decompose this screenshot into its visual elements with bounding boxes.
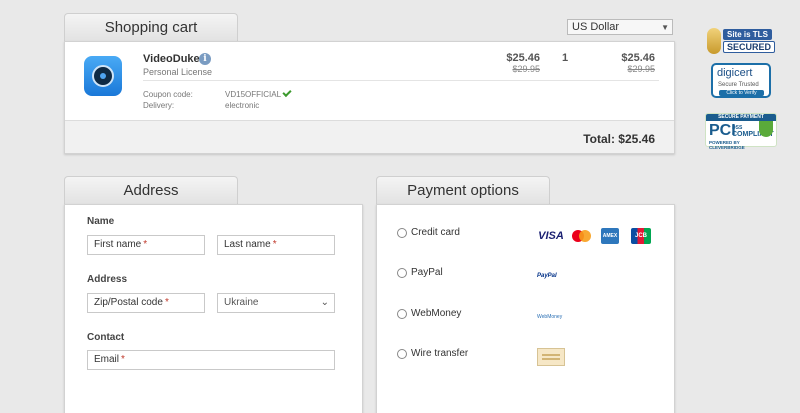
check-icon xyxy=(282,87,292,98)
required-mark: * xyxy=(143,239,148,250)
paypal-logo-icon: PayPal xyxy=(537,273,557,279)
chevron-down-icon: ▼ xyxy=(661,23,669,32)
amex-icon: AMEX xyxy=(601,228,619,244)
paypal-radio[interactable] xyxy=(397,268,407,278)
jcb-icon: JCB xyxy=(631,228,651,244)
required-mark: * xyxy=(272,239,277,250)
visa-icon: VISA xyxy=(538,230,564,242)
lock-icon xyxy=(707,28,721,54)
total-bar: Total: $25.46 xyxy=(65,120,674,153)
required-mark: * xyxy=(121,354,125,365)
product-name: VideoDuke xyxy=(143,53,200,65)
address-section-label: Address xyxy=(87,274,128,285)
payment-panel: Credit card VISA AMEX JCB PayPal PayPal … xyxy=(376,204,675,413)
digicert-verify: Click to Verify xyxy=(719,90,764,96)
tab-payment-options: Payment options xyxy=(376,176,550,204)
last-name-input[interactable]: Last name * xyxy=(217,235,335,255)
tls-secured-badge[interactable]: Site is TLS SECURED xyxy=(705,28,777,56)
wire-transfer-icon xyxy=(537,348,565,366)
videoduke-app-icon xyxy=(84,56,122,96)
digicert-badge[interactable]: digicert Secure Trusted Click to Verify xyxy=(711,63,771,98)
wire-transfer-label[interactable]: Wire transfer xyxy=(411,348,468,359)
cart-panel: VideoDuke i Personal License $25.46 $29.… xyxy=(64,41,675,154)
tab-address: Address xyxy=(64,176,238,204)
first-name-input[interactable]: First name * xyxy=(87,235,205,255)
cart-divider xyxy=(143,80,659,81)
tab-shopping-cart: Shopping cart xyxy=(64,13,238,41)
email-placeholder: Email xyxy=(94,354,120,365)
pci-top: SECURE PAYMENT xyxy=(706,114,776,121)
contact-section-label: Contact xyxy=(87,332,125,343)
address-tab-label: Address xyxy=(123,182,179,199)
pci-by: POWERED BY CLEVERBRIDGE xyxy=(709,140,745,150)
webmoney-radio[interactable] xyxy=(397,309,407,319)
cart-total: Total: $25.46 xyxy=(583,132,655,146)
info-icon[interactable]: i xyxy=(199,53,211,65)
zip-input[interactable]: Zip/Postal code * xyxy=(87,293,205,313)
chevron-down-icon: ⌄ xyxy=(320,297,329,308)
country-value: Ukraine xyxy=(224,297,259,308)
coupon-label: Coupon code: xyxy=(143,90,193,99)
delivery-label: Delivery: xyxy=(143,101,175,110)
digicert-brand: digicert xyxy=(717,67,753,79)
quantity[interactable]: 1 xyxy=(562,52,568,64)
digicert-sub: Secure Trusted xyxy=(718,82,759,88)
line-total-price-old: $29.95 xyxy=(627,64,655,74)
product-license: Personal License xyxy=(143,67,213,77)
required-mark: * xyxy=(164,297,169,308)
currency-select[interactable]: US Dollar ▼ xyxy=(567,19,673,35)
payment-tab-label: Payment options xyxy=(407,182,519,199)
unit-price-old: $29.95 xyxy=(512,64,540,74)
address-panel: Name First name * Last name * Address Zip/… xyxy=(64,204,363,413)
name-section-label: Name xyxy=(87,216,115,227)
credit-card-radio[interactable] xyxy=(397,228,407,238)
zip-placeholder: Zip/Postal code xyxy=(94,297,163,308)
paypal-label[interactable]: PayPal xyxy=(411,267,443,278)
mastercard-icon xyxy=(571,228,593,244)
tls-line2: SECURED xyxy=(723,41,776,53)
currency-value: US Dollar xyxy=(572,21,620,33)
line-total-price: $25.46 xyxy=(621,52,655,64)
pci-dss-badge[interactable]: SECURE PAYMENT PCI DSS COMPLIANT POWERED… xyxy=(705,113,777,150)
webmoney-label[interactable]: WebMoney xyxy=(411,308,461,319)
delivery-value: electronic xyxy=(225,101,260,110)
coupon-value: VD15OFFICIAL xyxy=(225,90,282,99)
email-input[interactable]: Email * xyxy=(87,350,335,370)
unit-price: $25.46 xyxy=(506,52,540,64)
wire-transfer-radio[interactable] xyxy=(397,349,407,359)
last-name-placeholder: Last name xyxy=(224,239,271,250)
credit-card-label[interactable]: Credit card xyxy=(411,227,460,238)
country-select[interactable]: Ukraine ⌄ xyxy=(217,293,335,313)
tls-line1: Site is TLS xyxy=(723,29,772,40)
shield-check-icon xyxy=(759,121,773,137)
webmoney-logo-icon: WebMoney xyxy=(537,314,563,320)
cart-tab-label: Shopping cart xyxy=(104,19,198,36)
first-name-placeholder: First name xyxy=(94,239,142,250)
